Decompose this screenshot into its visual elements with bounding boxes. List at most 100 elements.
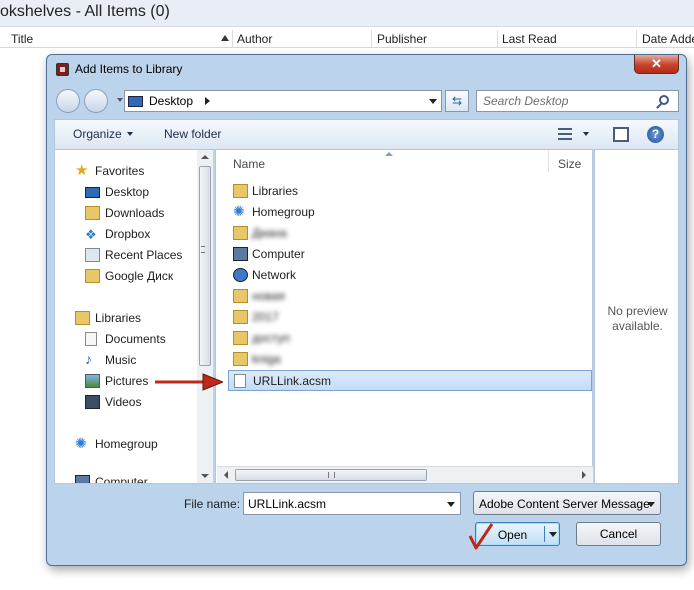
horizontal-scrollbar[interactable] — [217, 466, 593, 483]
documents-icon — [85, 332, 97, 346]
network-icon — [233, 268, 248, 282]
column-author[interactable]: Author — [237, 32, 272, 46]
scrollbar-grip — [201, 246, 205, 253]
column-publisher[interactable]: Publisher — [377, 32, 427, 46]
file-icon — [234, 374, 246, 388]
scrollbar-grip — [328, 472, 335, 478]
chevron-down-icon — [647, 502, 655, 507]
help-icon[interactable]: ? — [647, 126, 664, 143]
column-title[interactable]: Title — [11, 32, 33, 46]
new-folder-button[interactable]: New folder — [164, 127, 221, 141]
add-items-dialog: Add Items to Library ✕ Desktop ⇆ Search … — [46, 54, 687, 566]
file-type-select[interactable]: Adobe Content Server Message — [473, 491, 661, 515]
folder-icon — [233, 352, 248, 366]
organize-button[interactable]: Organize — [73, 127, 122, 141]
music-icon: ♪ — [85, 351, 92, 367]
folder-icon — [233, 310, 248, 324]
column-divider — [636, 30, 637, 47]
forward-button[interactable] — [84, 89, 108, 113]
preview-pane-icon[interactable] — [613, 127, 629, 142]
list-item[interactable]: Network — [228, 265, 592, 286]
list-item[interactable]: доступ — [228, 328, 592, 349]
app-title: okshelves - All Items (0) — [0, 3, 170, 20]
list-item[interactable]: новая — [228, 286, 592, 307]
library-column-header: Title Author Publisher Last Read Date Ad… — [0, 30, 694, 48]
dialog-title: Add Items to Library — [75, 62, 183, 76]
chevron-down-icon[interactable] — [429, 99, 437, 104]
column-divider — [371, 30, 372, 47]
column-name[interactable]: Name — [233, 157, 265, 171]
column-divider — [232, 30, 233, 47]
folder-icon — [233, 331, 248, 345]
open-label: Open — [497, 528, 528, 542]
refresh-icon: ⇆ — [451, 94, 463, 108]
toolbar: Organize New folder ? — [54, 119, 679, 149]
file-name-input[interactable]: URLLink.acsm — [243, 492, 461, 515]
split-divider — [544, 526, 545, 542]
annotation-check-icon — [468, 523, 494, 550]
recent-locations-icon[interactable] — [117, 98, 123, 102]
preview-message: No preview available. — [607, 304, 668, 333]
folder-icon — [233, 289, 248, 303]
app-icon — [56, 63, 69, 76]
homegroup-icon: ✺ — [75, 435, 87, 451]
file-name-label: File name: — [184, 497, 241, 511]
column-last-read[interactable]: Last Read — [502, 32, 557, 46]
column-date-added[interactable]: Date Adde — [642, 32, 694, 46]
sort-up-icon — [221, 35, 229, 41]
scroll-down-icon[interactable] — [201, 474, 209, 478]
file-list: Name Size Libraries ✺ Homegroup Диана Co… — [215, 149, 593, 484]
dropbox-icon: ❖ — [85, 227, 97, 242]
list-item[interactable]: ✺ Homegroup — [228, 202, 592, 223]
view-options-icon[interactable] — [558, 128, 572, 140]
annotation-arrow-icon — [155, 373, 223, 391]
navigation-scrollbar[interactable] — [197, 149, 213, 484]
sort-up-icon — [385, 152, 393, 156]
scrollbar-thumb[interactable] — [199, 166, 211, 366]
address-bar[interactable]: Desktop — [124, 90, 442, 112]
cancel-button[interactable]: Cancel — [576, 522, 661, 546]
chevron-down-icon[interactable] — [549, 532, 557, 537]
libraries-icon — [233, 184, 248, 198]
recent-places-icon — [85, 248, 100, 262]
homegroup-icon: ✺ — [233, 203, 245, 219]
back-button[interactable] — [56, 89, 80, 113]
scroll-right-icon[interactable] — [582, 471, 586, 479]
chevron-down-icon — [127, 132, 133, 136]
computer-icon — [75, 475, 90, 483]
search-input[interactable]: Search Desktop — [476, 90, 679, 112]
list-item[interactable]: Диана — [228, 223, 592, 244]
libraries-icon — [75, 311, 90, 325]
refresh-button[interactable]: ⇆ — [445, 90, 469, 112]
star-icon: ★ — [75, 162, 89, 179]
list-item[interactable]: kniga — [228, 349, 592, 370]
address-location[interactable]: Desktop — [149, 94, 193, 108]
scrollbar-thumb[interactable] — [235, 469, 427, 481]
preview-pane: No preview available. — [594, 149, 679, 484]
chevron-down-icon[interactable] — [447, 502, 455, 507]
list-item[interactable]: Computer — [228, 244, 592, 265]
list-item[interactable]: Libraries — [228, 181, 592, 202]
file-name-value[interactable]: URLLink.acsm — [248, 497, 326, 511]
navigation-pane: ★ Favorites Desktop Downloads ❖ Dropbox … — [54, 149, 204, 484]
column-divider — [548, 150, 549, 172]
videos-icon — [85, 395, 100, 409]
list-item[interactable]: 2017 — [228, 307, 592, 328]
desktop-icon — [128, 96, 143, 107]
pictures-icon — [85, 374, 100, 388]
scroll-up-icon[interactable] — [201, 155, 209, 159]
close-button[interactable]: ✕ — [634, 55, 679, 74]
chevron-right-icon[interactable] — [205, 97, 210, 105]
desktop-icon — [85, 187, 100, 198]
list-item-selected[interactable]: URLLink.acsm — [228, 370, 592, 391]
downloads-icon — [85, 206, 100, 220]
user-folder-icon — [233, 226, 248, 240]
search-icon[interactable] — [659, 95, 669, 105]
app-title-bar: okshelves - All Items (0) — [0, 0, 694, 27]
file-type-value: Adobe Content Server Message — [479, 497, 650, 511]
chevron-down-icon[interactable] — [583, 132, 589, 136]
column-size[interactable]: Size — [558, 157, 581, 171]
scroll-left-icon[interactable] — [224, 471, 228, 479]
search-placeholder: Search Desktop — [483, 94, 569, 108]
google-drive-icon — [85, 269, 100, 283]
